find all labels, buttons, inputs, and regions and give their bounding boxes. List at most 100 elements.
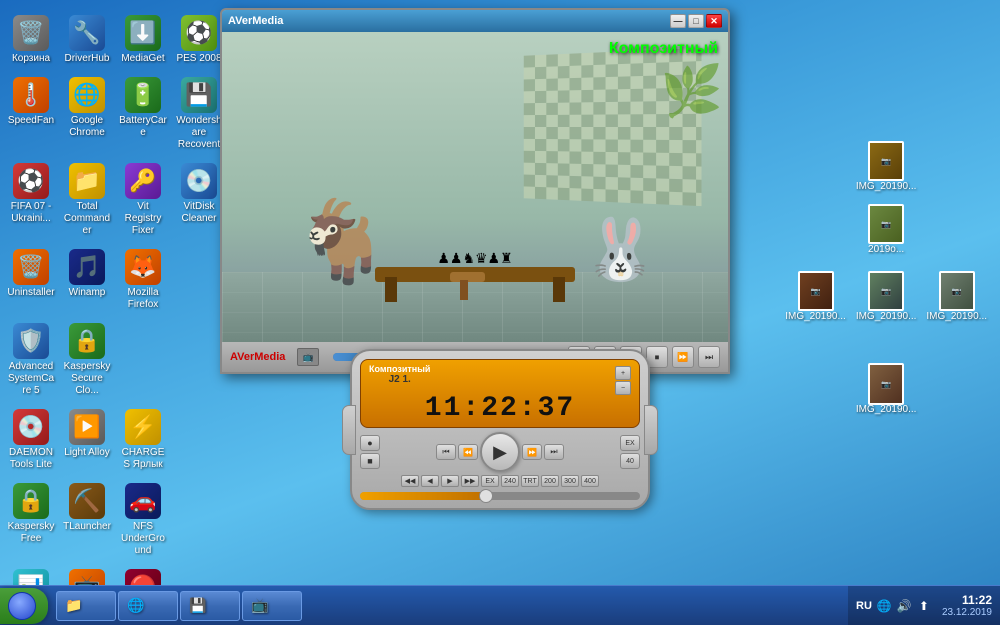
icon-daemon-tools[interactable]: 💿 DAEMON Tools Lite xyxy=(5,405,57,475)
plant-decor: 🌿 xyxy=(661,62,723,121)
remote-next[interactable]: ⏩ xyxy=(522,444,542,460)
icon-vit-disk[interactable]: 💿 VitDisk Cleaner xyxy=(173,159,225,241)
total-commander-label: Total Commander xyxy=(63,201,111,237)
remote-btn-2[interactable]: ■ xyxy=(360,453,380,469)
icon-speedfan[interactable]: 🌡️ SpeedFan xyxy=(5,73,57,155)
daemon-tools-label: DAEMON Tools Lite xyxy=(7,447,55,471)
remote-play[interactable]: ▶ xyxy=(480,432,520,472)
recycle-bin-label: Корзина xyxy=(7,53,55,65)
video-content: 🐐 🐰 ♟♟♞♛♟♜ 🌿 Композитный xyxy=(222,32,728,342)
icon-pes2008[interactable]: ⚽ PES 2008 xyxy=(173,11,225,69)
remote-ch-down[interactable]: − xyxy=(615,381,631,395)
vit-disk-label: VitDisk Cleaner xyxy=(175,201,223,225)
taskbar-ie[interactable]: 🌐 xyxy=(118,591,178,621)
start-button[interactable] xyxy=(0,588,48,624)
remote-mini-9[interactable]: 300 xyxy=(561,475,579,487)
remote-mini-4[interactable]: ▶▶ xyxy=(461,475,479,487)
right-icon-img6[interactable]: 📷 IMG_20190... xyxy=(853,363,920,418)
icon-firefox[interactable]: 🦊 Mozilla Firefox xyxy=(117,245,169,315)
icon-nfs[interactable]: 🚗 NFS UnderGround xyxy=(117,479,169,561)
icon-advanced-systemcare[interactable]: 🛡️ Advanced SystemCare 5 xyxy=(5,319,57,401)
remote-mini-8[interactable]: 200 xyxy=(541,475,559,487)
icon-recycle-bin[interactable]: 🗑️ Корзина xyxy=(5,11,57,69)
close-button[interactable]: ✕ xyxy=(706,14,722,28)
remote-mini-7[interactable]: TRT xyxy=(521,475,539,487)
right-icon-img5[interactable]: 📷 IMG_20190... xyxy=(923,270,990,325)
right-icon-img3[interactable]: 📷 IMG_20190... xyxy=(782,270,849,325)
advanced-systemcare-icon: 🛡️ xyxy=(13,323,49,359)
window-title: AVerMedia xyxy=(228,15,283,27)
composite-label: Композитный xyxy=(609,40,718,58)
icon-kaspersky-free[interactable]: 🔒 Kaspersky Free xyxy=(5,479,57,561)
remote-left-btns: ● ■ xyxy=(360,435,380,469)
remote-mini-5[interactable]: EX xyxy=(481,475,499,487)
remote-mini-6[interactable]: 240 xyxy=(501,475,519,487)
avermedia-window[interactable]: AVerMedia — □ ✕ xyxy=(220,8,730,374)
taskbar-media[interactable]: 📺 xyxy=(242,591,302,621)
minimize-button[interactable]: — xyxy=(670,14,686,28)
fifa07-label: FIFA 07 - Ukraini... xyxy=(7,201,55,225)
remote-side-controls: + − xyxy=(615,366,631,395)
right-icon-img1[interactable]: 📷 IMG_20190... xyxy=(853,140,920,195)
remote-mini-1[interactable]: ◀◀ xyxy=(401,475,419,487)
speedfan-label: SpeedFan xyxy=(7,115,55,127)
icon-tlauncher[interactable]: ⛏️ TLauncher xyxy=(61,479,113,561)
remote-right-scroll[interactable] xyxy=(644,405,658,455)
tray-arrow-icon[interactable]: ⬆ xyxy=(916,598,932,614)
icon-charges[interactable]: ⚡ CHARGES Ярлык xyxy=(117,405,169,475)
desktop-icons-left: 🗑️ Корзина 🔧 DriverHub ⬇️ MediaGet ⚽ PES… xyxy=(5,5,225,625)
clock-time: 11:22 xyxy=(962,593,992,607)
wondershare-label: Wondershare Recovent xyxy=(175,115,223,151)
avermedia-logo-text: AVerMedia xyxy=(230,351,285,363)
remote-slider[interactable] xyxy=(360,492,640,500)
icon-wondershare[interactable]: 💾 Wondershare Recovent xyxy=(173,73,225,155)
remote-btn-1[interactable]: ● xyxy=(360,435,380,451)
icon-uninstaller[interactable]: 🗑️ Uninstaller xyxy=(5,245,57,315)
icon-batterycare[interactable]: 🔋 BatteryCare xyxy=(117,73,169,155)
remote-slider-thumb[interactable] xyxy=(479,489,493,503)
taskbar-floppy[interactable]: 💾 xyxy=(180,591,240,621)
icon-total-commander[interactable]: 📁 Total Commander xyxy=(61,159,113,241)
remote-mini-3[interactable]: ▶ xyxy=(441,475,459,487)
window-controls: — □ ✕ xyxy=(670,14,722,28)
pes2008-icon: ⚽ xyxy=(181,15,217,51)
fast-forward-button[interactable]: ⏭ xyxy=(698,346,720,368)
icon-light-alloy[interactable]: ▶️ Light Alloy xyxy=(61,405,113,475)
remote-btn-r2[interactable]: 40 xyxy=(620,453,640,469)
icon-driverhub[interactable]: 🔧 DriverHub xyxy=(61,11,113,69)
taskbar-explorer[interactable]: 📁 xyxy=(56,591,116,621)
avermedia-logo-icon: 📺 xyxy=(297,348,319,366)
remote-ch-up[interactable]: + xyxy=(615,366,631,380)
remote-btn-r1[interactable]: EX xyxy=(620,435,640,451)
remote-channel-name: Композитный xyxy=(369,364,430,374)
remote-rewind[interactable]: ⏮ xyxy=(436,444,456,460)
mediaget-label: MediaGet xyxy=(119,53,167,65)
window-titlebar[interactable]: AVerMedia — □ ✕ xyxy=(222,10,728,32)
tray-network-icon[interactable]: 🌐 xyxy=(876,598,892,614)
tray-volume-icon[interactable]: 🔊 xyxy=(896,598,912,614)
speedfan-icon: 🌡️ xyxy=(13,77,49,113)
remote-mini-10[interactable]: 400 xyxy=(581,475,599,487)
uninstaller-label: Uninstaller xyxy=(7,287,55,299)
icon-chrome[interactable]: 🌐 Google Chrome xyxy=(61,73,113,155)
icon-kaspersky-secure[interactable]: 🔒 Kaspersky Secure Clo... xyxy=(61,319,113,401)
batterycare-icon: 🔋 xyxy=(125,77,161,113)
icon-mediaget[interactable]: ⬇️ MediaGet xyxy=(117,11,169,69)
remote-ffwd[interactable]: ⏭ xyxy=(544,444,564,460)
remote-left-scroll[interactable] xyxy=(342,405,356,455)
right-icon-img4[interactable]: 📷 IMG_20190... xyxy=(853,270,920,325)
batterycare-label: BatteryCare xyxy=(119,115,167,139)
remote-display: Композитный J2 1. + − 11:22:37 xyxy=(360,359,640,428)
img6-label: IMG_20190... xyxy=(856,404,917,415)
remote-prev[interactable]: ⏪ xyxy=(458,444,478,460)
taskbar-tasks: 📁 🌐 💾 📺 xyxy=(52,591,848,621)
icon-fifa07[interactable]: ⚽ FIFA 07 - Ukraini... xyxy=(5,159,57,241)
remote-mini-2[interactable]: ◀ xyxy=(421,475,439,487)
right-icon-img2[interactable]: 📷 2019o... xyxy=(865,203,907,258)
icon-winamp[interactable]: 🎵 Winamp xyxy=(61,245,113,315)
maximize-button[interactable]: □ xyxy=(688,14,704,28)
icon-vit-registry[interactable]: 🔑 Vit Registry Fixer xyxy=(117,159,169,241)
img2-label: 2019o... xyxy=(868,244,904,255)
next-button[interactable]: ⏩ xyxy=(672,346,694,368)
img3-label: IMG_20190... xyxy=(785,311,846,322)
